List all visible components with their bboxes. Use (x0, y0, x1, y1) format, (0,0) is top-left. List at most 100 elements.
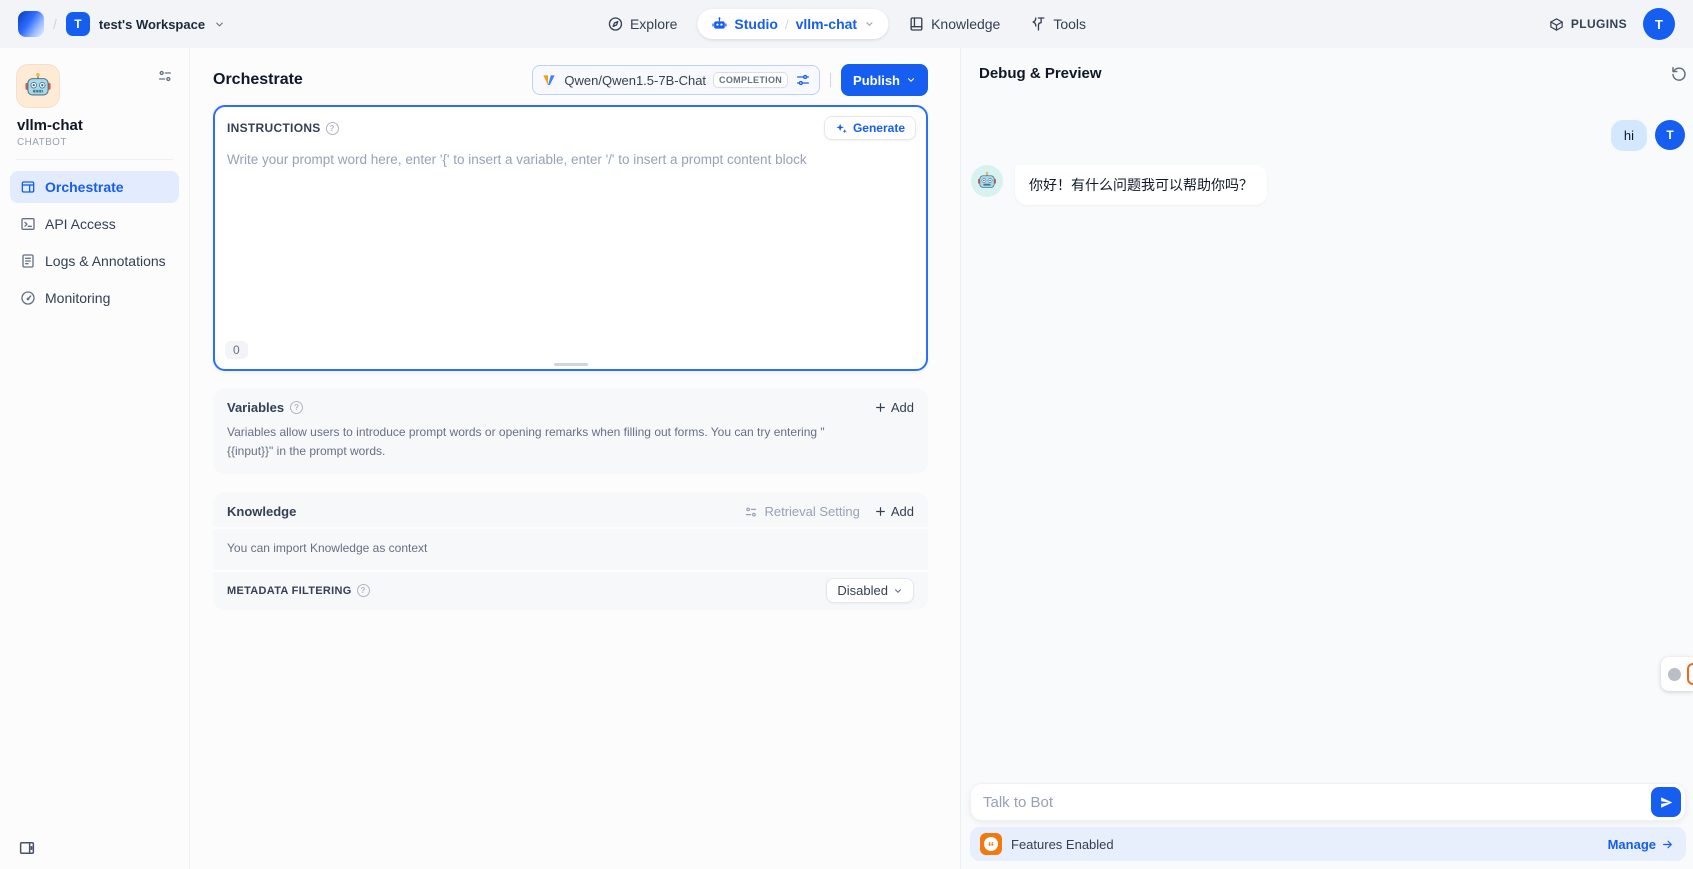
help-circle-icon[interactable]: ? (326, 122, 339, 135)
nav-knowledge-label: Knowledge (931, 16, 1000, 32)
variables-title-row: Variables ? (227, 400, 303, 415)
sidebar-item-label: Logs & Annotations (45, 253, 166, 269)
topbar-right-actions: PLUGINS T (1549, 8, 1675, 40)
model-mode-badge: COMPLETION (713, 72, 788, 88)
help-circle-icon[interactable]: ? (290, 401, 303, 414)
orchestrate-header: Orchestrate Qwen/Qwen1.5-7B-Chat COMPLET… (213, 62, 928, 98)
sparkles-icon (835, 122, 848, 135)
features-enabled-label: Features Enabled (1011, 837, 1114, 852)
app-name: vllm-chat (10, 108, 179, 134)
nav-tools[interactable]: Tools (1020, 10, 1096, 38)
instructions-header: INSTRUCTIONS ? Generate (215, 107, 926, 144)
features-left: “ Features Enabled (980, 833, 1114, 855)
knowledge-description: You can import Knowledge as context (213, 527, 928, 570)
instructions-title-row: INSTRUCTIONS ? (227, 121, 339, 135)
model-and-publish: Qwen/Qwen1.5-7B-Chat COMPLETION Publish (532, 64, 928, 96)
metadata-filtering-value: Disabled (837, 583, 888, 598)
header-divider (830, 73, 831, 87)
help-circle-icon[interactable]: ? (357, 584, 370, 597)
workspace-avatar[interactable]: T (66, 12, 90, 36)
tools-hammer-icon (1030, 16, 1046, 32)
nav-explore[interactable]: Explore (597, 10, 687, 38)
send-icon (1659, 795, 1674, 810)
sidebar-item-label: Orchestrate (45, 179, 124, 195)
app-sidebar: vllm-chat CHATBOT Orchestrate API Access (0, 48, 190, 869)
variables-description: Variables allow users to introduce promp… (213, 423, 873, 474)
debug-preview-panel: Debug & Preview hi T (960, 48, 1693, 869)
chevron-down-icon[interactable] (214, 19, 225, 30)
generate-button[interactable]: Generate (824, 116, 916, 140)
app-operations-icon[interactable] (157, 68, 173, 84)
explore-compass-icon (607, 16, 623, 32)
sidebar-item-monitoring[interactable]: Monitoring (10, 282, 179, 314)
user-message-bubble: hi (1611, 120, 1647, 151)
monitoring-gauge-icon (20, 290, 36, 306)
sidebar-item-label: API Access (45, 216, 116, 232)
collapse-sidebar-icon[interactable] (18, 839, 36, 857)
debug-title: Debug & Preview (979, 65, 1102, 82)
talk-to-bot-input[interactable] (983, 794, 1641, 811)
studio-app-name: vllm-chat (796, 16, 857, 32)
knowledge-book-icon (908, 16, 924, 32)
logs-document-icon (20, 253, 36, 269)
chevron-down-icon[interactable] (864, 19, 874, 29)
drag-dot-icon (1668, 668, 1681, 681)
extension-logo-icon[interactable]: D (1687, 663, 1693, 685)
variables-card: Variables ? Add Variables allow users to… (213, 388, 928, 474)
page-title: Orchestrate (213, 71, 303, 89)
chat-input-container (970, 783, 1686, 821)
sidebar-item-label: Monitoring (45, 290, 110, 306)
plugins-button[interactable]: PLUGINS (1549, 17, 1627, 32)
publish-button[interactable]: Publish (841, 64, 928, 96)
robot-studio-icon (711, 16, 727, 32)
model-config-sliders-icon[interactable] (795, 72, 811, 88)
prompt-editor[interactable] (215, 144, 926, 341)
send-message-button[interactable] (1651, 787, 1681, 817)
features-enabled-bar: “ Features Enabled Manage (970, 827, 1686, 861)
app-robot-avatar[interactable] (16, 64, 60, 108)
char-count-badge: 0 (225, 341, 248, 359)
nav-tools-label: Tools (1053, 16, 1086, 32)
nav-explore-label: Explore (630, 16, 677, 32)
chat-input-area: “ Features Enabled Manage (961, 783, 1693, 869)
metadata-filtering-label: METADATA FILTERING (227, 585, 352, 597)
nav-studio-active-pill[interactable]: Studio / vllm-chat (697, 9, 888, 39)
dify-logo[interactable] (18, 11, 44, 37)
arrow-right-icon (1661, 838, 1674, 851)
plugins-label: PLUGINS (1571, 17, 1627, 31)
knowledge-card: Knowledge Retrieval Setting (213, 492, 928, 610)
nav-knowledge[interactable]: Knowledge (898, 10, 1010, 38)
knowledge-actions: Retrieval Setting Add (744, 504, 914, 519)
metadata-filtering-select[interactable]: Disabled (826, 578, 914, 603)
bot-chat-avatar (971, 165, 1003, 197)
sidebar-item-orchestrate[interactable]: Orchestrate (10, 171, 179, 203)
plus-icon (874, 505, 887, 518)
sidebar-divider (16, 159, 173, 160)
restart-conversation-icon[interactable] (1670, 64, 1688, 82)
orchestrate-window-icon (20, 179, 36, 195)
retrieval-setting-button[interactable]: Retrieval Setting (744, 504, 859, 519)
sidebar-item-api-access[interactable]: API Access (10, 208, 179, 240)
debug-header: Debug & Preview (961, 48, 1693, 92)
add-label: Add (891, 504, 914, 519)
sidebar-nav: Orchestrate API Access Logs & Annotation… (10, 171, 179, 314)
resize-drag-handle[interactable] (554, 363, 588, 366)
nav-studio-label: Studio (734, 16, 778, 32)
model-selector[interactable]: Qwen/Qwen1.5-7B-Chat COMPLETION (532, 65, 820, 95)
floating-extension-widget[interactable]: D (1661, 657, 1693, 691)
metadata-filtering-title-row: METADATA FILTERING ? (227, 584, 370, 597)
user-avatar[interactable]: T (1643, 8, 1675, 40)
add-variable-button[interactable]: Add (874, 400, 914, 415)
user-chat-avatar: T (1655, 120, 1685, 150)
instructions-title: INSTRUCTIONS (227, 121, 321, 135)
quote-glyph: “ (984, 837, 998, 851)
workspace-name[interactable]: test's Workspace (99, 17, 205, 32)
main-nav: Explore Studio / vllm-chat Knowledge (597, 0, 1096, 48)
sidebar-item-logs-annotations[interactable]: Logs & Annotations (10, 245, 179, 277)
top-navigation-bar: / T test's Workspace Explore Studio / vl… (0, 0, 1693, 48)
workspace-breadcrumb: / T test's Workspace (18, 11, 225, 37)
terminal-icon (20, 216, 36, 232)
metadata-filtering-row: METADATA FILTERING ? Disabled (213, 570, 928, 610)
add-knowledge-button[interactable]: Add (874, 504, 914, 519)
manage-features-link[interactable]: Manage (1608, 837, 1674, 852)
